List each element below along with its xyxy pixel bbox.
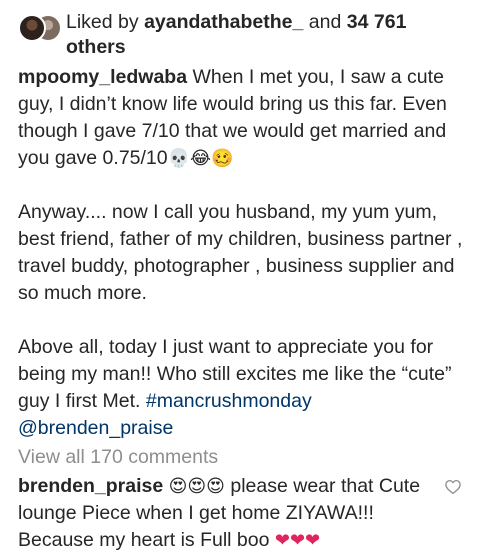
comment-item: brenden_praise 😍😍😍 please wear that Cute…	[18, 473, 466, 554]
liker-avatars[interactable]	[18, 12, 66, 48]
likes-count: 34 761	[346, 11, 407, 33]
comment-text: brenden_praise 😍😍😍 please wear that Cute…	[18, 473, 444, 554]
likes-connector: and	[308, 11, 342, 33]
post-author[interactable]: mpoomy_ledwaba	[18, 66, 187, 88]
post-footer: Liked by ayandathabethe_ and 34 761 othe…	[0, 0, 480, 554]
caption-paragraph-3: Above all, today I just want to apprecia…	[18, 334, 466, 442]
mention-link[interactable]: @brenden_praise	[18, 417, 173, 439]
liker-username[interactable]: ayandathabethe_	[144, 11, 303, 33]
caption-emojis: 💀😂🥴	[167, 148, 234, 169]
likes-row: Liked by ayandathabethe_ and 34 761 othe…	[18, 10, 466, 60]
comment-emojis-before: 😍😍😍	[168, 476, 225, 497]
post-caption: mpoomy_ledwaba When I met you, I saw a c…	[18, 64, 466, 442]
likes-suffix: others	[66, 36, 126, 58]
heart-outline-icon[interactable]	[444, 477, 466, 499]
comment-author[interactable]: brenden_praise	[18, 475, 163, 497]
likes-summary: Liked by ayandathabethe_ and 34 761 othe…	[66, 10, 466, 60]
comment-emojis-after: ❤❤❤	[274, 530, 321, 551]
caption-paragraph-1: mpoomy_ledwaba When I met you, I saw a c…	[18, 64, 466, 172]
avatar	[18, 14, 46, 42]
hashtag-link[interactable]: #mancrushmonday	[146, 390, 312, 412]
likes-prefix: Liked by	[66, 11, 139, 33]
caption-paragraph-2: Anyway.... now I call you husband, my yu…	[18, 201, 463, 304]
view-all-comments-link[interactable]: View all 170 comments	[18, 444, 466, 471]
